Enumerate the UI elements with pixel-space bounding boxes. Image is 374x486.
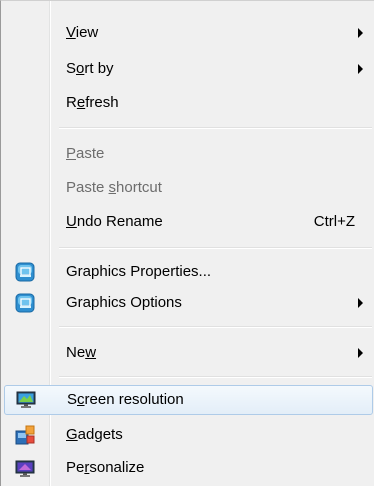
personalize-icon xyxy=(15,458,35,478)
submenu-arrow-icon xyxy=(358,28,363,38)
menu-item-label: Graphics Properties... xyxy=(66,263,212,280)
submenu-arrow-icon xyxy=(358,64,363,74)
menu-item-label: Graphics Options xyxy=(66,294,182,311)
menu-item-shortcut: Ctrl+Z xyxy=(313,213,355,230)
menu-separator xyxy=(59,127,372,129)
menu-item-label: Sort by xyxy=(66,60,114,77)
menu-item-graphics-properties[interactable]: Graphics Properties... xyxy=(1,257,373,287)
menu-item-label: Paste xyxy=(66,145,105,162)
submenu-arrow-icon xyxy=(358,348,363,358)
menu-item-label: Gadgets xyxy=(66,426,123,443)
gadgets-icon xyxy=(15,425,35,445)
menu-separator xyxy=(59,247,372,249)
screen-resolution-icon xyxy=(16,390,36,410)
menu-item-label: Undo Rename xyxy=(66,213,163,230)
menu-item-label: Personalize xyxy=(66,459,145,476)
menu-separator xyxy=(59,326,372,328)
menu-item-personalize[interactable]: Personalize xyxy=(1,453,373,483)
menu-item-label: Refresh xyxy=(66,94,119,111)
menu-item-undo-rename[interactable]: Undo Rename Ctrl+Z xyxy=(1,207,373,237)
menu-item-new[interactable]: New xyxy=(1,338,373,368)
menu-item-screen-resolution[interactable]: Screen resolution xyxy=(4,385,373,415)
menu-item-paste-shortcut: Paste shortcut xyxy=(1,173,373,203)
desktop-context-menu: View Sort by Refresh Paste Paste shortcu… xyxy=(0,0,374,486)
menu-item-label: Paste shortcut xyxy=(66,179,162,196)
menu-item-sort-by[interactable]: Sort by xyxy=(1,54,373,84)
submenu-arrow-icon xyxy=(358,298,363,308)
menu-item-gadgets[interactable]: Gadgets xyxy=(1,420,373,450)
menu-item-paste: Paste xyxy=(1,139,373,169)
menu-item-graphics-options[interactable]: Graphics Options xyxy=(1,288,373,318)
graphics-properties-icon xyxy=(15,262,35,282)
menu-item-label: View xyxy=(66,24,99,41)
menu-item-label: New xyxy=(66,344,97,361)
menu-item-label: Screen resolution xyxy=(67,391,184,408)
menu-item-refresh[interactable]: Refresh xyxy=(1,88,373,118)
menu-item-view[interactable]: View xyxy=(1,18,373,48)
menu-separator xyxy=(59,376,372,378)
graphics-options-icon xyxy=(15,293,35,313)
